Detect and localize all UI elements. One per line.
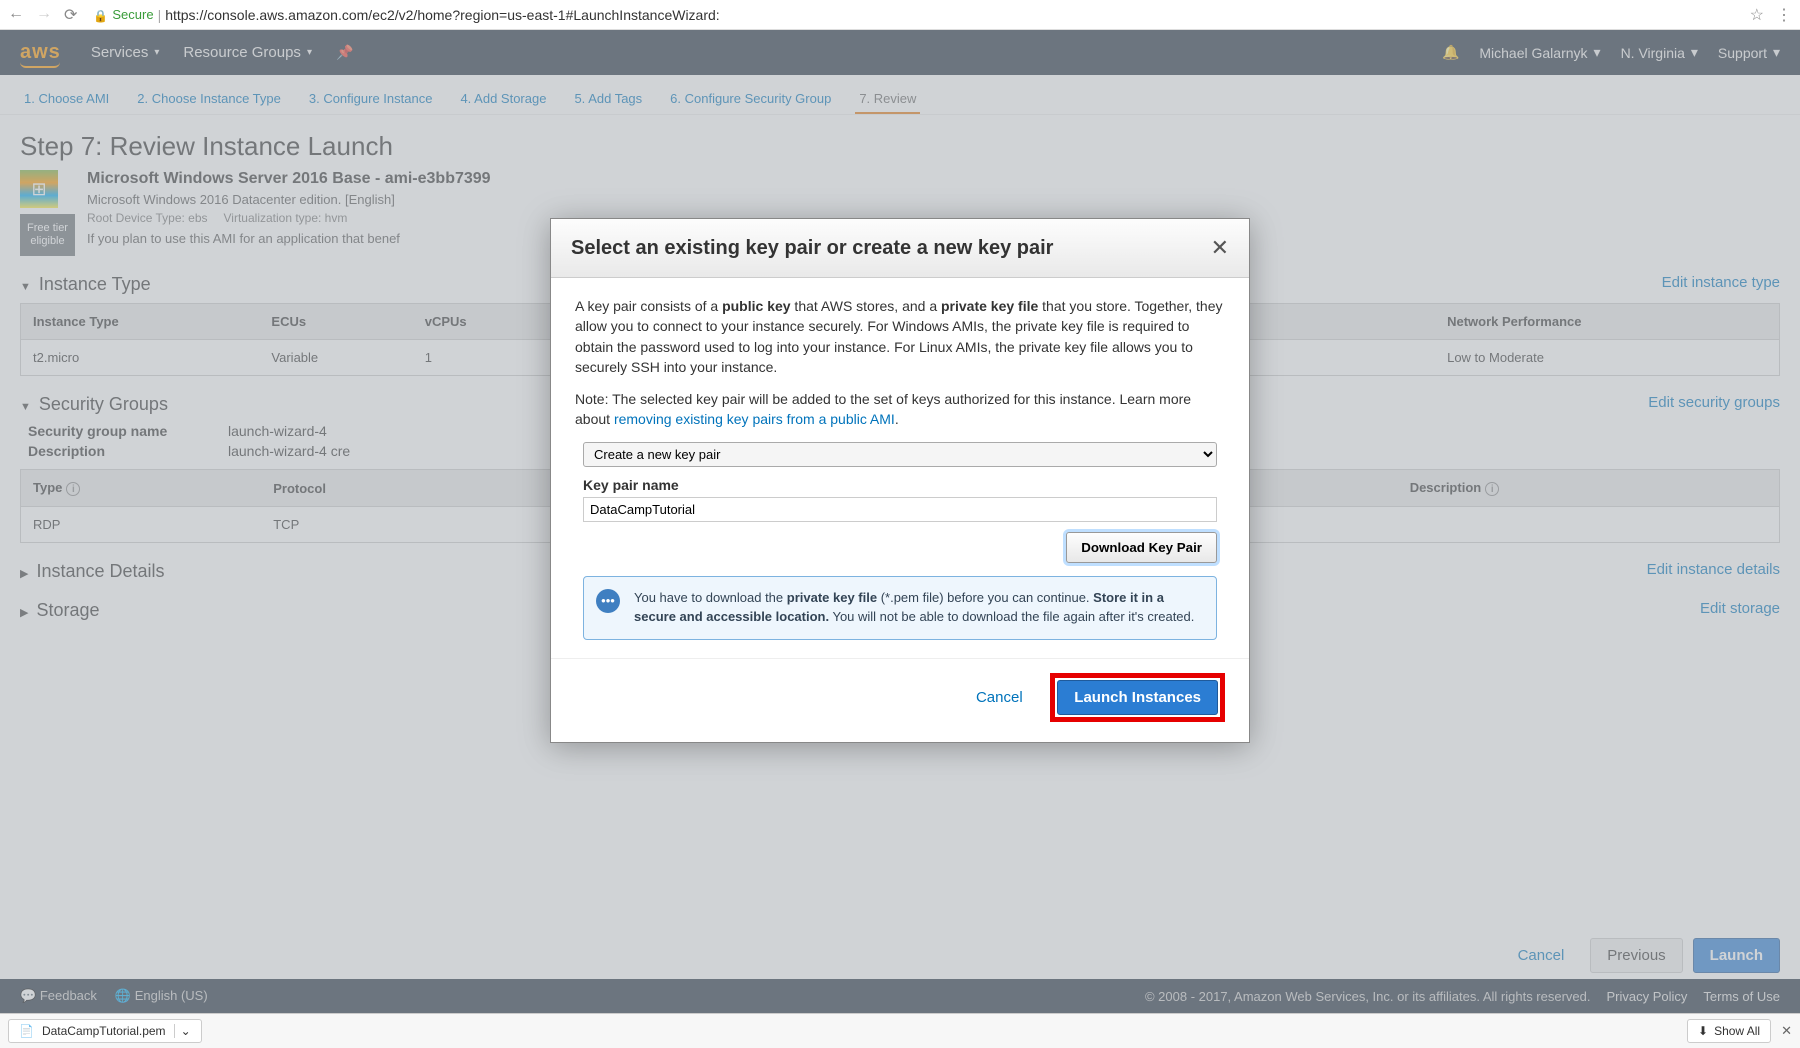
keypair-name-input[interactable] (583, 497, 1217, 522)
highlight-box: Launch Instances (1050, 673, 1225, 722)
modal-cancel-button[interactable]: Cancel (960, 681, 1039, 714)
modal-desc-2: Note: The selected key pair will be adde… (575, 389, 1225, 430)
keypair-modal: Select an existing key pair or create a … (550, 218, 1250, 743)
forward-icon[interactable]: → (36, 5, 52, 25)
keypair-action-select[interactable]: Create a new key pair (583, 442, 1217, 467)
info-bubble-icon: ••• (596, 589, 620, 613)
launch-instances-button[interactable]: Launch Instances (1057, 680, 1218, 715)
info-box: ••• You have to download the private key… (583, 576, 1217, 640)
chevron-down-icon[interactable]: ⌄ (174, 1024, 191, 1038)
downloaded-file[interactable]: 📄 DataCampTutorial.pem ⌄ (8, 1019, 202, 1043)
back-icon[interactable]: ← (8, 5, 24, 25)
keypair-name-label: Key pair name (583, 475, 1217, 495)
modal-title: Select an existing key pair or create a … (571, 237, 1211, 260)
download-bar: 📄 DataCampTutorial.pem ⌄ ⬇Show All ✕ (0, 1013, 1800, 1048)
url-text: https://console.aws.amazon.com/ec2/v2/ho… (165, 7, 719, 23)
browser-toolbar: ← → ⟳ Secure | https://console.aws.amazo… (0, 0, 1800, 30)
lock-icon (93, 7, 108, 23)
download-keypair-button[interactable]: Download Key Pair (1066, 532, 1217, 563)
menu-icon[interactable]: ⋮ (1776, 5, 1792, 25)
file-icon: 📄 (19, 1024, 34, 1038)
show-all-downloads[interactable]: ⬇Show All (1687, 1019, 1771, 1043)
reload-icon[interactable]: ⟳ (64, 5, 77, 25)
remove-keypairs-link[interactable]: removing existing key pairs from a publi… (614, 411, 895, 427)
modal-desc-1: A key pair consists of a public key that… (575, 296, 1225, 377)
url-bar[interactable]: Secure | https://console.aws.amazon.com/… (93, 7, 1749, 23)
close-download-bar[interactable]: ✕ (1781, 1023, 1792, 1039)
close-icon[interactable]: ✕ (1211, 235, 1229, 261)
secure-label: Secure (112, 7, 153, 22)
star-icon[interactable]: ☆ (1750, 5, 1764, 25)
